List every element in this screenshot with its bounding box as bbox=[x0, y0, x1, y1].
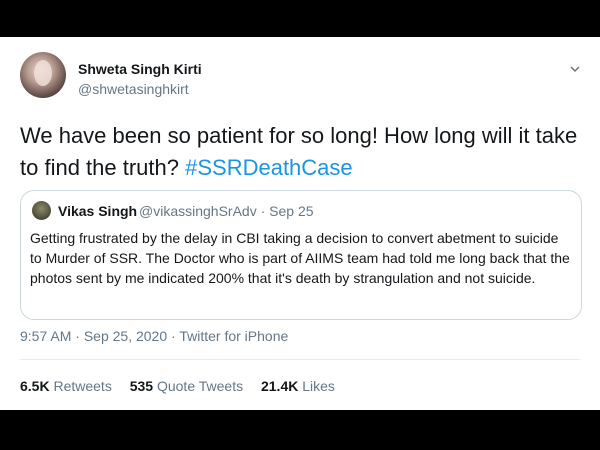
author-name[interactable]: Shweta Singh Kirti bbox=[78, 61, 202, 77]
author-handle[interactable]: @shwetasinghkirt bbox=[78, 81, 189, 97]
author-avatar[interactable] bbox=[20, 52, 66, 98]
chevron-down-icon[interactable] bbox=[568, 62, 582, 76]
likes-count: 21.4K bbox=[260, 378, 299, 394]
retweets-count: 6.5K bbox=[20, 378, 50, 394]
quoted-author-handle[interactable]: @vikassinghSrAdv bbox=[139, 203, 257, 219]
tweet-card: Shweta Singh Kirti @shwetasinghkirt We h… bbox=[0, 37, 600, 410]
quoted-date[interactable]: Sep 25 bbox=[269, 203, 313, 219]
divider bbox=[20, 359, 580, 360]
likes-stat[interactable]: 21.4K Likes bbox=[261, 378, 335, 394]
quoted-author-avatar[interactable] bbox=[32, 201, 51, 220]
meta-separator: · bbox=[256, 203, 270, 219]
retweets-label: Retweets bbox=[49, 378, 112, 394]
quoted-meta: @vikassinghSrAdv · Sep 25 bbox=[139, 203, 314, 219]
tweet-stats: 6.5K Retweets 535 Quote Tweets 21.4K Lik… bbox=[20, 378, 349, 394]
quote-tweets-label: Quote Tweets bbox=[153, 378, 244, 394]
tweet-source[interactable]: Twitter for iPhone bbox=[179, 328, 288, 344]
quoted-text: Getting frustrated by the delay in CBI t… bbox=[30, 230, 570, 286]
tweet-timestamp: 9:57 AM · Sep 25, 2020 · Twitter for iPh… bbox=[20, 328, 288, 344]
source-separator: · bbox=[167, 328, 180, 344]
quote-tweets-stat[interactable]: 535 Quote Tweets bbox=[130, 378, 243, 394]
timestamp-separator: · bbox=[71, 328, 84, 344]
hashtag-link[interactable]: #SSRDeathCase bbox=[185, 155, 353, 180]
tweet-date[interactable]: Sep 25, 2020 bbox=[84, 328, 167, 344]
quoted-tweet[interactable]: Vikas Singh @vikassinghSrAdv · Sep 25 Ge… bbox=[20, 190, 582, 320]
retweets-stat[interactable]: 6.5K Retweets bbox=[20, 378, 112, 394]
quote-tweets-count: 535 bbox=[129, 378, 154, 394]
quoted-author-name[interactable]: Vikas Singh bbox=[58, 203, 137, 219]
tweet-time[interactable]: 9:57 AM bbox=[20, 328, 71, 344]
tweet-text: We have been so patient for so long! How… bbox=[20, 120, 580, 184]
likes-label: Likes bbox=[298, 378, 335, 394]
